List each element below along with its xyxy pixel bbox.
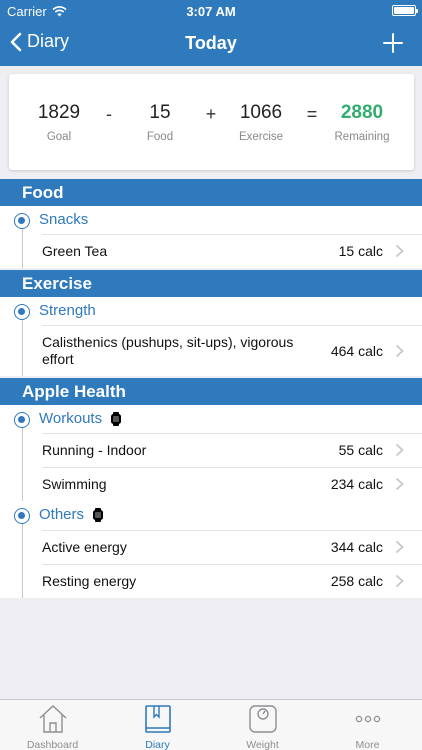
remaining-summary: 2880 Remaining <box>322 102 402 143</box>
chevron-right-icon <box>395 344 404 358</box>
list-item-calisthenics[interactable]: Calisthenics (pushups, sit-ups), vigorou… <box>22 326 422 376</box>
battery-icon <box>392 5 418 16</box>
item-calories: 344 calc <box>330 539 383 555</box>
exercise-value: 1066 <box>239 102 283 123</box>
group-strength[interactable]: Strength <box>0 298 422 325</box>
tab-label: Diary <box>145 739 170 750</box>
status-time: 3:07 AM <box>186 4 236 19</box>
tab-weight[interactable]: Weight <box>210 704 315 750</box>
tab-label: Dashboard <box>26 739 79 750</box>
chevron-right-icon <box>395 477 404 491</box>
tab-label: Weight <box>246 739 279 750</box>
food-label: Food <box>146 131 174 143</box>
radio-indicator-icon <box>14 213 30 229</box>
item-name: Green Tea <box>42 243 108 259</box>
status-bar: Carrier 3:07 AM <box>0 0 422 22</box>
item-calories: 258 calc <box>330 573 383 589</box>
group-label-workouts: Workouts <box>39 410 103 427</box>
tab-diary[interactable]: Diary <box>105 704 210 750</box>
chevron-right-icon <box>395 540 404 554</box>
section-header-apple-health: Apple Health <box>0 378 422 405</box>
tab-dashboard[interactable]: Dashboard <box>0 704 105 750</box>
goal-label: Goal <box>46 131 72 143</box>
equals-operator: = <box>306 104 318 124</box>
list-item-resting-energy[interactable]: Resting energy 258 calc <box>22 565 422 598</box>
group-others[interactable]: Others <box>0 502 422 529</box>
chevron-right-icon <box>395 574 404 588</box>
item-name: Resting energy <box>42 573 137 589</box>
group-snacks[interactable]: Snacks <box>0 207 422 234</box>
minus-operator: - <box>106 104 112 124</box>
group-workouts[interactable]: Workouts <box>0 406 422 433</box>
item-name: Calisthenics (pushups, sit-ups), vigorou… <box>42 334 294 367</box>
tab-label: More <box>355 739 380 750</box>
watch-icon <box>111 411 122 426</box>
goal-summary: 1829 Goal <box>19 102 99 143</box>
radio-indicator-icon <box>14 304 30 320</box>
item-calories: 464 calc <box>330 343 383 359</box>
house-icon <box>39 705 66 733</box>
radio-indicator-icon <box>14 508 30 524</box>
list-item-green-tea[interactable]: Green Tea 15 calc <box>22 235 422 268</box>
tab-bar: Dashboard Diary Weight More <box>0 699 422 750</box>
list-item-running-indoor[interactable]: Running - Indoor 55 calc <box>22 434 422 467</box>
food-summary: 15 Food <box>120 102 200 143</box>
chevron-right-icon <box>395 244 404 258</box>
exercise-label: Exercise <box>238 131 284 143</box>
chevron-right-icon <box>395 443 404 457</box>
item-calories: 234 calc <box>330 476 383 492</box>
more-dots-icon <box>355 715 380 723</box>
item-calories: 55 calc <box>338 442 383 458</box>
navigation-bar: Diary Today <box>0 22 422 66</box>
section-header-food: Food <box>0 179 422 206</box>
tab-more[interactable]: More <box>315 704 420 750</box>
plus-operator: + <box>205 104 217 124</box>
group-label-snacks: Snacks <box>39 211 89 228</box>
add-button[interactable] <box>382 32 404 54</box>
exercise-summary: 1066 Exercise <box>221 102 301 143</box>
calorie-summary-card: 1829 Goal - 15 Food + 1066 Exercise = 28… <box>9 74 414 170</box>
book-icon <box>144 705 171 733</box>
list-item-active-energy[interactable]: Active energy 344 calc <box>22 531 422 564</box>
item-name: Swimming <box>42 476 107 492</box>
radio-indicator-icon <box>14 412 30 428</box>
goal-value: 1829 <box>37 102 81 123</box>
group-label-strength: Strength <box>39 302 96 319</box>
page-title: Today <box>185 33 237 53</box>
item-name: Active energy <box>42 539 127 555</box>
item-calories: 15 calc <box>338 243 383 259</box>
remaining-value: 2880 <box>340 102 384 123</box>
list-item-swimming[interactable]: Swimming 234 calc <box>22 468 422 501</box>
scale-icon <box>248 705 277 733</box>
food-value: 15 <box>149 102 171 123</box>
item-name: Running - Indoor <box>42 442 147 458</box>
section-header-exercise: Exercise <box>0 270 422 297</box>
watch-icon <box>93 507 104 522</box>
group-label-others: Others <box>39 506 85 523</box>
remaining-label: Remaining <box>334 131 390 143</box>
